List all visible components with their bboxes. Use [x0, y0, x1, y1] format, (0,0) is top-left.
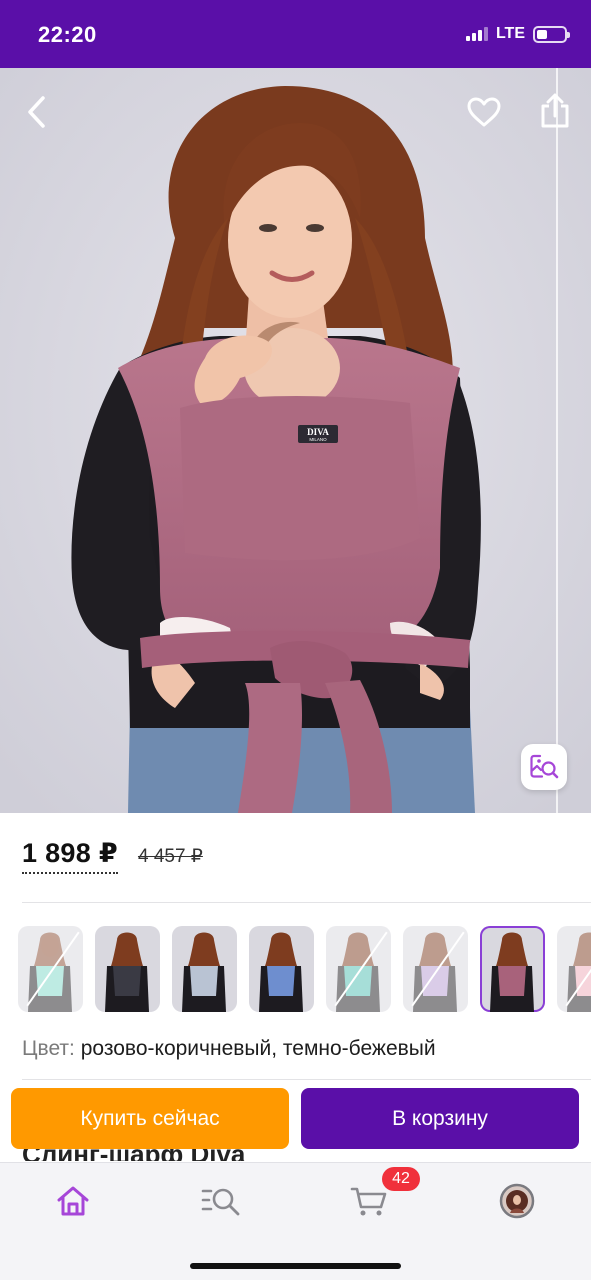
home-icon [57, 1186, 89, 1216]
product-image-gallery[interactable]: DIVA MILANO [0, 68, 591, 813]
color-variant-thumb[interactable] [95, 926, 160, 1012]
tab-profile[interactable] [492, 1181, 542, 1221]
logo-subtext: MILANO [309, 437, 327, 442]
color-variant-thumb[interactable] [403, 926, 468, 1012]
divider [22, 902, 591, 903]
image-divider [556, 68, 558, 813]
share-icon [541, 93, 569, 128]
heart-outline-icon [467, 97, 501, 127]
back-button[interactable] [16, 90, 56, 134]
color-variant-thumb[interactable] [249, 926, 314, 1012]
add-to-cart-button[interactable]: В корзину [301, 1088, 579, 1149]
product-photo: DIVA MILANO [0, 68, 591, 813]
divider [22, 1079, 591, 1080]
status-bar: 22:20 LTE [0, 0, 591, 68]
price-row: 1 898 ₽ 4 457 ₽ [22, 838, 203, 874]
color-label: Цвет: [22, 1037, 75, 1060]
status-time: 22:20 [38, 22, 97, 47]
home-indicator [190, 1263, 401, 1269]
catalog-search-icon [201, 1188, 240, 1216]
current-price[interactable]: 1 898 ₽ [22, 838, 118, 874]
cart-badge: 42 [382, 1167, 420, 1191]
old-price: 4 457 ₽ [137, 846, 203, 867]
color-variant-thumb[interactable] [172, 926, 237, 1012]
buy-now-button[interactable]: Купить сейчас [11, 1088, 289, 1149]
share-button[interactable] [534, 88, 576, 134]
battery-icon [533, 25, 570, 43]
tab-catalog[interactable] [196, 1181, 246, 1221]
cart-icon [350, 1187, 387, 1216]
signal-icon [465, 27, 488, 41]
status-indicators: LTE [465, 25, 570, 43]
logo-text: DIVA [307, 427, 329, 437]
color-variant-list[interactable] [18, 926, 591, 1014]
image-search-icon [530, 754, 559, 779]
color-variant-thumb[interactable] [18, 926, 83, 1012]
color-variant-thumb[interactable] [557, 926, 591, 1012]
chevron-left-icon [28, 96, 45, 128]
color-variant-thumb[interactable] [326, 926, 391, 1012]
color-info: Цвет: розово-коричневый, темно-бежевый [22, 1037, 436, 1061]
favorite-button[interactable] [462, 90, 506, 134]
network-label: LTE [495, 25, 525, 42]
tab-home[interactable] [48, 1181, 98, 1221]
color-variant-thumb-selected[interactable] [480, 926, 545, 1012]
profile-avatar [499, 1183, 535, 1219]
color-value: розово-коричневый, темно-бежевый [80, 1037, 436, 1060]
visual-search-button[interactable] [521, 744, 567, 790]
